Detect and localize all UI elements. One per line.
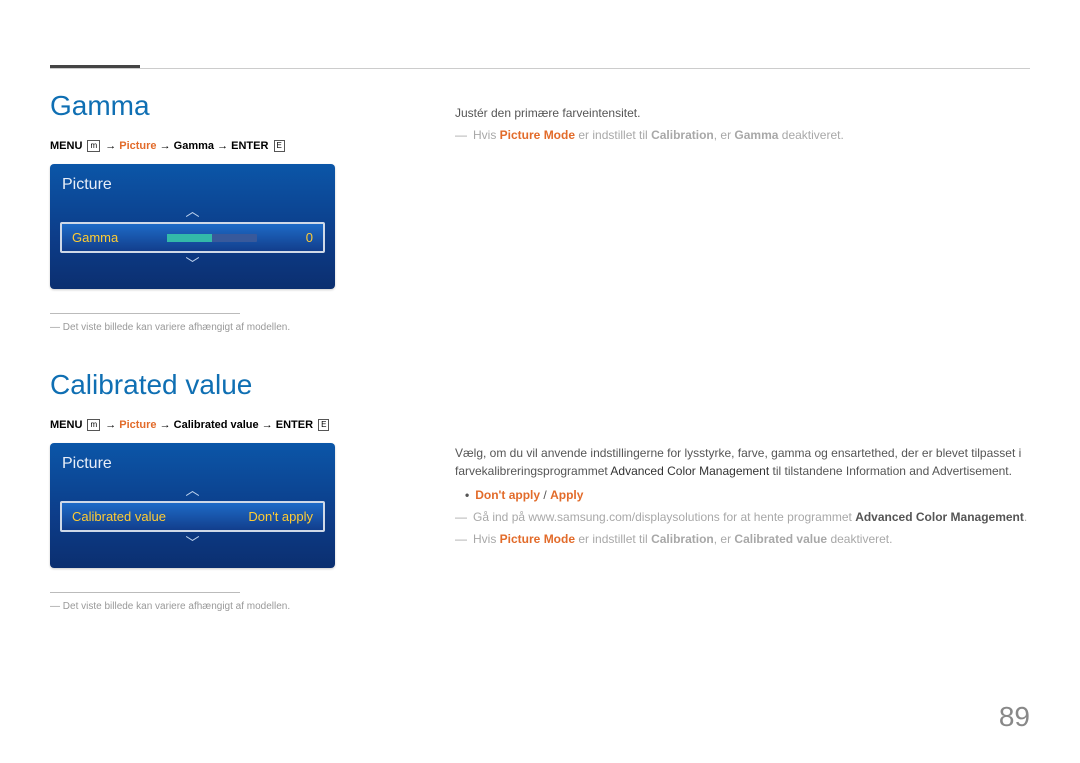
- calibrated-row-label: Calibrated value: [72, 509, 166, 524]
- note-calibrated-value: Calibrated value: [734, 532, 827, 546]
- panel-title: Picture: [62, 455, 323, 473]
- panel-title: Picture: [62, 176, 323, 194]
- note-text: Hvis: [473, 128, 500, 142]
- note-picture-mode: Picture Mode: [500, 532, 575, 546]
- arrow: →: [160, 419, 174, 431]
- arrow: →: [160, 140, 174, 152]
- note-gamma: Gamma: [734, 128, 778, 142]
- picture-panel-gamma: Picture ︿ Gamma 0 ﹀: [50, 164, 335, 289]
- menu-path-picture: Picture: [119, 140, 156, 152]
- page-content: Gamma MENU m → Picture → Gamma → ENTER E…: [50, 90, 1030, 693]
- menu-kw: MENU: [50, 419, 82, 431]
- dash-marker: ―: [455, 128, 467, 142]
- enter-icon: E: [274, 140, 285, 152]
- desc-acm: Advanced Color Management: [610, 464, 769, 478]
- note-text: er indstillet til: [575, 128, 651, 142]
- bullet-dot: •: [465, 488, 469, 502]
- menu-path-gamma: Gamma: [174, 140, 214, 152]
- chevron-up-icon[interactable]: ︿: [60, 479, 325, 501]
- menu-path-enter: ENTER: [231, 140, 268, 152]
- section-title-gamma: Gamma: [50, 90, 420, 122]
- gamma-slider[interactable]: [167, 234, 257, 242]
- note-text: deaktiveret.: [827, 532, 892, 546]
- dash-marker: ―: [455, 510, 467, 524]
- gamma-note: ― Hvis Picture Mode er indstillet til Cal…: [455, 126, 1030, 144]
- arrow: →: [105, 419, 119, 431]
- right-column: Justér den primære farveintensitet. ― Hvi…: [455, 90, 1030, 548]
- footnote-dash: ―: [50, 322, 63, 333]
- menu-icon: m: [87, 140, 100, 152]
- menu-kw: MENU: [50, 140, 82, 152]
- note-text: er indstillet til: [575, 532, 651, 546]
- arrow: →: [217, 140, 231, 152]
- left-column: Gamma MENU m → Picture → Gamma → ENTER E…: [50, 90, 420, 648]
- footnote-dash: ―: [50, 601, 63, 612]
- option-apply: Apply: [550, 488, 583, 502]
- option-dont-apply: Don't apply: [475, 488, 540, 502]
- gamma-slider-fill: [167, 234, 212, 242]
- dash-marker: ―: [455, 532, 467, 546]
- calibrated-row[interactable]: Calibrated value Don't apply: [60, 501, 325, 532]
- gamma-row-label: Gamma: [72, 230, 118, 245]
- chevron-up-icon[interactable]: ︿: [60, 200, 325, 222]
- note-text: Gå ind på www.samsung.com/displaysolutio…: [473, 510, 855, 524]
- chevron-down-icon[interactable]: ﹀: [60, 532, 325, 554]
- note-calibration: Calibration: [651, 532, 714, 546]
- desc-text: til tilstandene Information and Advertis…: [769, 464, 1012, 478]
- note-text: Hvis: [473, 532, 500, 546]
- enter-icon: E: [318, 419, 329, 431]
- note-calibration: Calibration: [651, 128, 714, 142]
- footnote-text: Det viste billede kan variere afhængigt …: [63, 601, 290, 612]
- picture-panel-calibrated: Picture ︿ Calibrated value Don't apply ﹀: [50, 443, 335, 568]
- footnote-text: Det viste billede kan variere afhængigt …: [63, 322, 290, 333]
- footnote-divider: [50, 592, 240, 593]
- page-number: 89: [999, 701, 1030, 733]
- header-rule-accent: [50, 65, 140, 68]
- footnote-divider: [50, 313, 240, 314]
- header-rule: [50, 68, 1030, 69]
- note-text: , er: [714, 128, 735, 142]
- note-text: .: [1024, 510, 1027, 524]
- calibrated-description: Vælg, om du vil anvende indstillingerne …: [455, 444, 1030, 480]
- gamma-row-value: 0: [306, 230, 313, 245]
- gamma-description: Justér den primære farveintensitet.: [455, 104, 1030, 122]
- section-title-calibrated: Calibrated value: [50, 369, 420, 401]
- calibrated-note2: ― Hvis Picture Mode er indstillet til Cal…: [455, 530, 1030, 548]
- menu-path-picture: Picture: [119, 419, 156, 431]
- gamma-row[interactable]: Gamma 0: [60, 222, 325, 253]
- calibrated-row-value: Don't apply: [248, 509, 313, 524]
- chevron-down-icon[interactable]: ﹀: [60, 253, 325, 275]
- calibrated-note1: ― Gå ind på www.samsung.com/displaysoluti…: [455, 508, 1030, 526]
- menu-path-calibrated: MENU m → Picture → Calibrated value → EN…: [50, 419, 420, 431]
- calibrated-options: • Don't apply / Apply: [455, 486, 1030, 504]
- footnote-calibrated: ― Det viste billede kan variere afhængig…: [50, 601, 420, 612]
- note-acm: Advanced Color Management: [855, 510, 1024, 524]
- menu-path-gamma: MENU m → Picture → Gamma → ENTER E: [50, 140, 420, 152]
- menu-path-calibrated: Calibrated value: [174, 419, 259, 431]
- footnote-gamma: ― Det viste billede kan variere afhængig…: [50, 322, 420, 333]
- arrow: →: [262, 419, 276, 431]
- note-picture-mode: Picture Mode: [500, 128, 575, 142]
- option-sep: /: [540, 488, 550, 502]
- note-text: , er: [714, 532, 735, 546]
- menu-path-enter: ENTER: [276, 419, 313, 431]
- calibrated-body: Vælg, om du vil anvende indstillingerne …: [455, 444, 1030, 548]
- menu-icon: m: [87, 419, 100, 431]
- arrow: →: [105, 140, 119, 152]
- note-text: deaktiveret.: [778, 128, 843, 142]
